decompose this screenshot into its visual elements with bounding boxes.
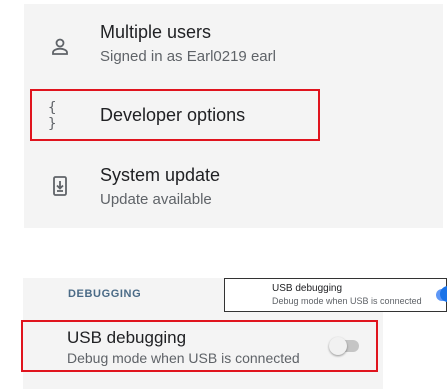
debugging-section-label: DEBUGGING	[68, 288, 142, 300]
system-update-item[interactable]: System update Update available	[24, 150, 443, 222]
multiple-users-item[interactable]: Multiple users Signed in as Earl0219 ear…	[24, 11, 443, 83]
system-update-icon	[48, 174, 72, 198]
person-icon	[48, 35, 72, 59]
callout-toggle-on	[436, 286, 447, 302]
callout-toggle-knob	[440, 286, 447, 302]
developer-options-highlight	[30, 89, 320, 141]
multiple-users-title: Multiple users	[100, 22, 212, 42]
system-update-title: System update	[100, 165, 221, 185]
multiple-users-subtitle: Signed in as Earl0219 earl	[100, 48, 276, 65]
usb-debugging-highlight	[21, 320, 378, 372]
callout-title: USB debugging	[272, 283, 343, 294]
usb-debugging-callout: USB debugging Debug mode when USB is con…	[224, 278, 447, 312]
system-update-subtitle: Update available	[100, 191, 212, 208]
callout-subtitle: Debug mode when USB is connected	[272, 296, 422, 306]
